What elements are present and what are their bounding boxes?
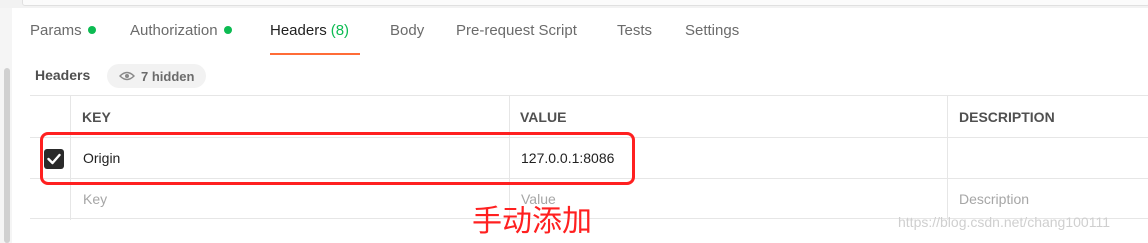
- scrollbar-thumb[interactable]: [4, 68, 10, 243]
- new-description-input[interactable]: Description: [959, 179, 1029, 218]
- status-dot: [223, 26, 232, 34]
- hidden-headers-toggle[interactable]: 7 hidden: [107, 64, 207, 88]
- active-tab-indicator: [270, 53, 360, 55]
- section-title: Headers: [35, 67, 91, 83]
- url-bar-area: [0, 0, 1148, 8]
- hidden-count-label: 7 hidden: [141, 68, 195, 84]
- eye-icon: [119, 71, 135, 81]
- tab-settings[interactable]: Settings: [685, 22, 739, 56]
- scrollbar[interactable]: [0, 8, 12, 243]
- tab-body[interactable]: Body: [390, 22, 424, 56]
- status-dot: [87, 26, 96, 34]
- tab-params[interactable]: Params: [30, 22, 96, 56]
- tab-authorization[interactable]: Authorization: [130, 22, 232, 56]
- column-header-value: VALUE: [520, 108, 567, 125]
- annotation-text: 手动添加: [472, 204, 592, 239]
- headers-count: (8): [330, 22, 350, 39]
- highlight-box: [40, 132, 635, 185]
- tab-pre-request-script[interactable]: Pre-request Script: [456, 22, 577, 56]
- watermark: https://blog.csdn.net/chang100111: [898, 214, 1110, 230]
- column-header-key: KEY: [82, 108, 111, 125]
- tab-tests[interactable]: Tests: [617, 22, 652, 56]
- column-header-description: DESCRIPTION: [959, 108, 1055, 125]
- tab-headers[interactable]: Headers (8): [270, 22, 349, 56]
- url-input[interactable]: [22, 0, 1148, 6]
